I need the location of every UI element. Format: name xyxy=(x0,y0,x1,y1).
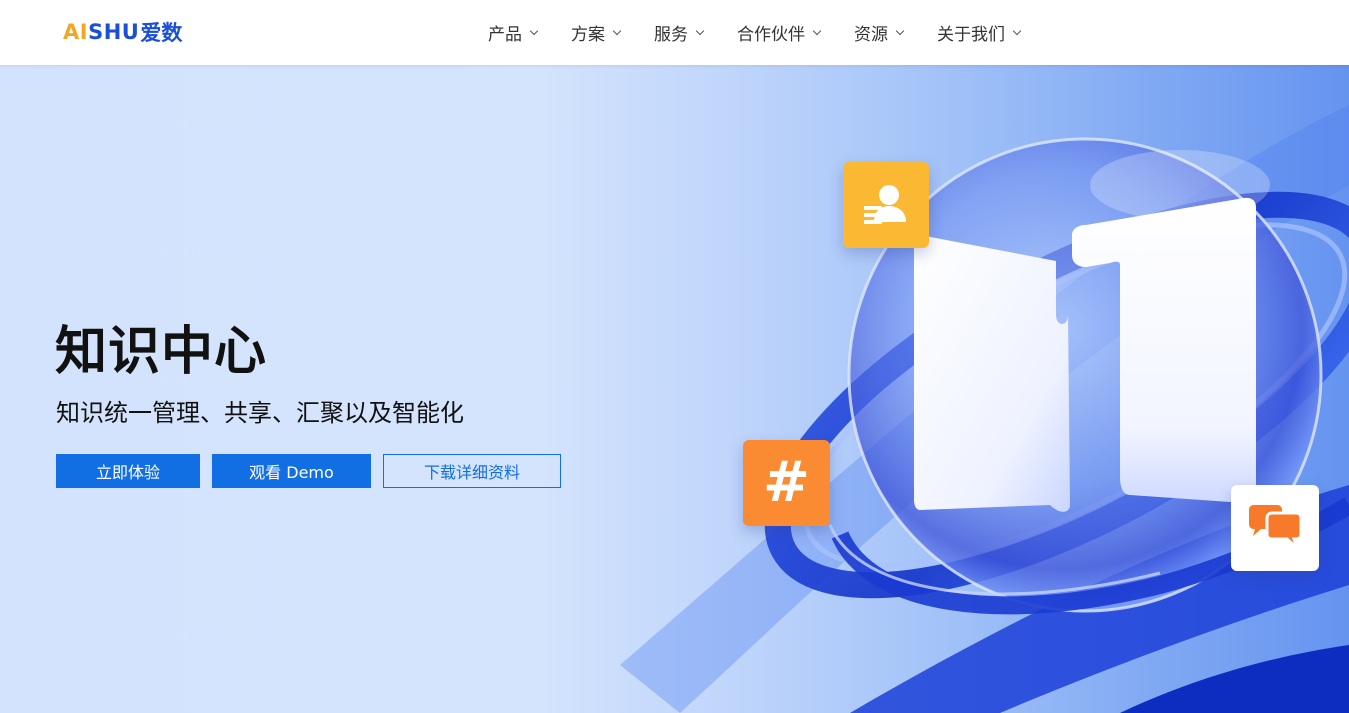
user-card-icon xyxy=(864,185,906,224)
nav-item-services[interactable]: 服务 xyxy=(654,0,705,65)
hero-title: 知识中心 xyxy=(55,322,268,382)
chevron-down-icon xyxy=(1012,26,1022,35)
chevron-down-icon xyxy=(812,26,822,35)
nav-item-label: 方案 xyxy=(571,25,605,45)
hashtag-icon: # xyxy=(763,450,810,515)
watch-demo-button[interactable]: 观看 Demo xyxy=(212,454,371,488)
download-materials-button[interactable]: 下载详细资料 xyxy=(383,454,561,488)
hero-banner: # 知识中心 知识统一管理、共享、汇聚以及智能化 立即体验 观看 Demo 下载… xyxy=(0,65,1349,713)
nav-item-about-us[interactable]: 关于我们 xyxy=(937,0,1022,65)
nav-item-label: 资源 xyxy=(854,25,888,45)
chat-tile xyxy=(1231,485,1319,571)
chevron-down-icon xyxy=(612,26,622,35)
try-now-button[interactable]: 立即体验 xyxy=(56,454,200,488)
nav-item-partners[interactable]: 合作伙伴 xyxy=(737,0,822,65)
nav-item-products[interactable]: 产品 xyxy=(488,0,539,65)
logo-ai-text: AI xyxy=(63,20,89,44)
chevron-down-icon xyxy=(695,26,705,35)
nav-item-label: 服务 xyxy=(654,25,688,45)
nav-item-solutions[interactable]: 方案 xyxy=(571,0,622,65)
nav-item-label: 产品 xyxy=(488,25,522,45)
main-nav: 产品 方案 服务 合作伙伴 资源 关于我们 xyxy=(488,0,1022,65)
chat-bubbles-icon xyxy=(1249,505,1303,552)
aishu-logo[interactable]: AI SHU 爱数 xyxy=(63,17,182,47)
hero-subtitle: 知识统一管理、共享、汇聚以及智能化 xyxy=(56,399,464,427)
chevron-down-icon xyxy=(895,26,905,35)
user-card-tile xyxy=(843,162,929,248)
logo-shu-text: SHU xyxy=(88,20,140,44)
nav-item-label: 合作伙伴 xyxy=(737,25,805,45)
glass-sphere-illustration xyxy=(620,65,1349,713)
hashtag-tile: # xyxy=(743,440,830,526)
site-header: AI SHU 爱数 产品 方案 服务 合作伙伴 资源 关于我们 xyxy=(0,0,1349,65)
nav-item-resources[interactable]: 资源 xyxy=(854,0,905,65)
logo-chinese-text: 爱数 xyxy=(140,21,183,45)
nav-item-label: 关于我们 xyxy=(937,25,1005,45)
hero-illustration: # xyxy=(620,65,1349,713)
chevron-down-icon xyxy=(529,26,539,35)
